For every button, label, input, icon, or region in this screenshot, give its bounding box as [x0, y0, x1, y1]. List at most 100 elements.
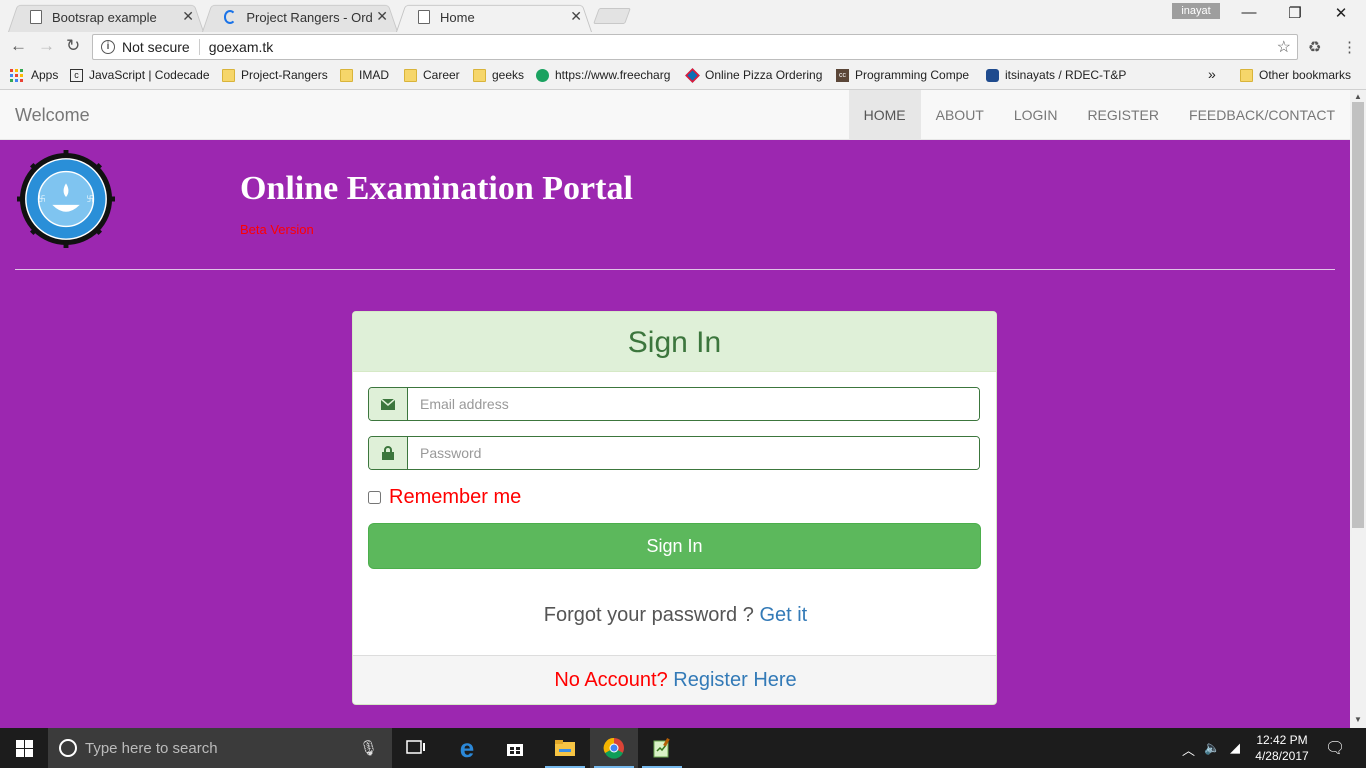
nav-home[interactable]: HOME	[848, 90, 921, 140]
remember-me-checkbox[interactable]	[368, 491, 381, 504]
close-tab-icon[interactable]: ✕	[376, 8, 388, 25]
windows-logo-icon	[15, 739, 33, 757]
bookmark-codechef[interactable]: cc Programming Compe	[836, 68, 969, 82]
clock-time: 12:42 PM	[1256, 733, 1308, 747]
chrome-icon[interactable]	[590, 728, 638, 768]
back-arrow-icon[interactable]: ←	[10, 36, 27, 56]
bookmark-geeks[interactable]: geeks	[473, 68, 524, 82]
bookmark-career[interactable]: Career	[404, 68, 460, 82]
tab-project-rangers[interactable]: Project Rangers - Order P ✕	[202, 2, 398, 33]
password-input[interactable]	[408, 437, 979, 469]
task-view-icon[interactable]	[392, 728, 440, 768]
volume-icon[interactable]: 🔈	[1204, 740, 1220, 756]
freecharge-icon	[536, 68, 549, 82]
tab-title: Home	[440, 9, 475, 25]
site-navbar: Welcome HOME ABOUT LOGIN REGISTER FEEDBA…	[0, 90, 1350, 140]
nav-login[interactable]: LOGIN	[999, 90, 1073, 140]
forgot-password: Forgot your password ? Get it	[353, 604, 996, 627]
forgot-password-text: Forgot your password ?	[543, 604, 754, 626]
forgot-password-link[interactable]: Get it	[759, 604, 807, 626]
browser-titlebar: Bootsrap example ✕ Project Rangers - Ord…	[0, 0, 1366, 33]
bookmark-label: Apps	[31, 68, 59, 82]
close-window-button[interactable]: ✕	[1318, 4, 1364, 22]
dominos-icon	[685, 67, 700, 83]
tab-title: Project Rangers - Order P	[246, 9, 372, 25]
bookmark-imad[interactable]: IMAD	[340, 68, 389, 82]
folder-icon	[473, 68, 486, 82]
nav-feedback-contact[interactable]: FEEDBACK/CONTACT	[1174, 90, 1350, 140]
menu-icon[interactable]: ⋮	[1342, 38, 1357, 56]
tab-bootstrap-example[interactable]: Bootsrap example ✕	[8, 2, 204, 33]
minimize-button[interactable]: —	[1226, 4, 1272, 21]
page-scrollbar[interactable]: ▲ ▼	[1350, 90, 1366, 728]
close-tab-icon[interactable]: ✕	[570, 8, 582, 25]
bookmark-label: itsinayats / RDEC-T&P	[1005, 68, 1127, 82]
profile-badge[interactable]: inayat	[1172, 3, 1220, 19]
bookmark-label: JavaScript | Codecade	[89, 68, 210, 82]
signin-button[interactable]: Sign In	[368, 523, 981, 569]
nav-about[interactable]: ABOUT	[921, 90, 999, 140]
bookmark-codecademy[interactable]: c JavaScript | Codecade	[70, 68, 210, 82]
security-label[interactable]: Not secure	[122, 39, 190, 55]
bookmark-freecharge[interactable]: https://www.freecharg	[536, 68, 670, 82]
bookmark-other[interactable]: Other bookmarks	[1240, 68, 1351, 82]
edge-icon[interactable]: e	[443, 728, 491, 768]
beta-label: Beta Version	[240, 222, 314, 237]
url-text[interactable]: goexam.tk	[209, 39, 274, 55]
header-divider	[15, 269, 1335, 270]
bookmark-apps[interactable]: Apps	[10, 68, 58, 82]
folder-icon	[404, 68, 417, 82]
bookmark-star-icon[interactable]: ☆	[1277, 37, 1291, 57]
password-input-group	[368, 436, 980, 470]
site-brand[interactable]: Welcome	[15, 105, 90, 126]
store-icon[interactable]	[491, 728, 539, 768]
reload-icon[interactable]: ↻	[66, 36, 80, 56]
bookmark-label: geeks	[492, 68, 525, 82]
nav-register[interactable]: REGISTER	[1072, 90, 1174, 140]
wifi-icon[interactable]: ◢	[1230, 740, 1240, 756]
cortana-icon	[59, 739, 77, 757]
remember-me[interactable]: Remember me	[368, 486, 521, 509]
email-input[interactable]	[408, 388, 979, 420]
address-bar[interactable]: i Not secure goexam.tk ☆	[92, 34, 1298, 60]
lock-icon	[369, 437, 408, 469]
bookmark-label: Project-Rangers	[241, 68, 328, 82]
register-link[interactable]: Register Here	[673, 669, 796, 691]
browser-toolbar: ← → ↻ i Not secure goexam.tk ☆ ♻ ⋮	[0, 32, 1366, 62]
bookmark-github[interactable]: itsinayats / RDEC-T&P	[986, 68, 1126, 82]
folder-icon	[222, 68, 235, 82]
file-explorer-icon[interactable]	[541, 728, 589, 768]
forward-arrow-icon[interactable]: →	[38, 36, 55, 56]
action-center-icon[interactable]: 🗨	[1325, 738, 1345, 758]
remember-me-label[interactable]: Remember me	[389, 486, 521, 509]
bookmarks-overflow-button[interactable]: »	[1208, 66, 1216, 82]
scroll-down-icon[interactable]: ▼	[1354, 715, 1362, 724]
close-tab-icon[interactable]: ✕	[182, 8, 194, 25]
scrollbar-thumb[interactable]	[1352, 102, 1364, 528]
folder-icon	[340, 68, 353, 82]
codecademy-icon: c	[70, 68, 83, 82]
scroll-up-icon[interactable]: ▲	[1354, 92, 1362, 101]
tab-home[interactable]: Home ✕	[396, 2, 592, 33]
start-button[interactable]	[0, 728, 48, 768]
microphone-icon[interactable]: 🎙	[359, 739, 378, 757]
svg-text:卐: 卐	[87, 195, 94, 203]
search-placeholder[interactable]: Type here to search	[85, 740, 218, 757]
bookmark-label: Other bookmarks	[1259, 68, 1352, 82]
extension-icon[interactable]: ♻	[1308, 38, 1321, 56]
bookmark-pizza[interactable]: Online Pizza Ordering	[685, 67, 823, 83]
bookmark-project-rangers[interactable]: Project-Rangers	[222, 68, 328, 82]
portal-title: Online Examination Portal	[240, 170, 633, 207]
new-tab-button[interactable]	[593, 8, 631, 24]
taskbar-clock[interactable]: 12:42 PM 4/28/2017	[1250, 732, 1314, 764]
bookmark-label: Online Pizza Ordering	[705, 68, 823, 82]
notepad-icon[interactable]	[638, 728, 686, 768]
svg-text:卐: 卐	[39, 195, 46, 203]
email-input-group	[368, 387, 980, 421]
tray-overflow-icon[interactable]: ︿	[1182, 740, 1195, 759]
bookmark-label: Career	[423, 68, 460, 82]
restore-button[interactable]: ❐	[1272, 4, 1318, 22]
taskbar-search[interactable]: Type here to search 🎙	[48, 728, 392, 768]
info-icon[interactable]: i	[101, 40, 115, 54]
bookmark-label: IMAD	[359, 68, 389, 82]
